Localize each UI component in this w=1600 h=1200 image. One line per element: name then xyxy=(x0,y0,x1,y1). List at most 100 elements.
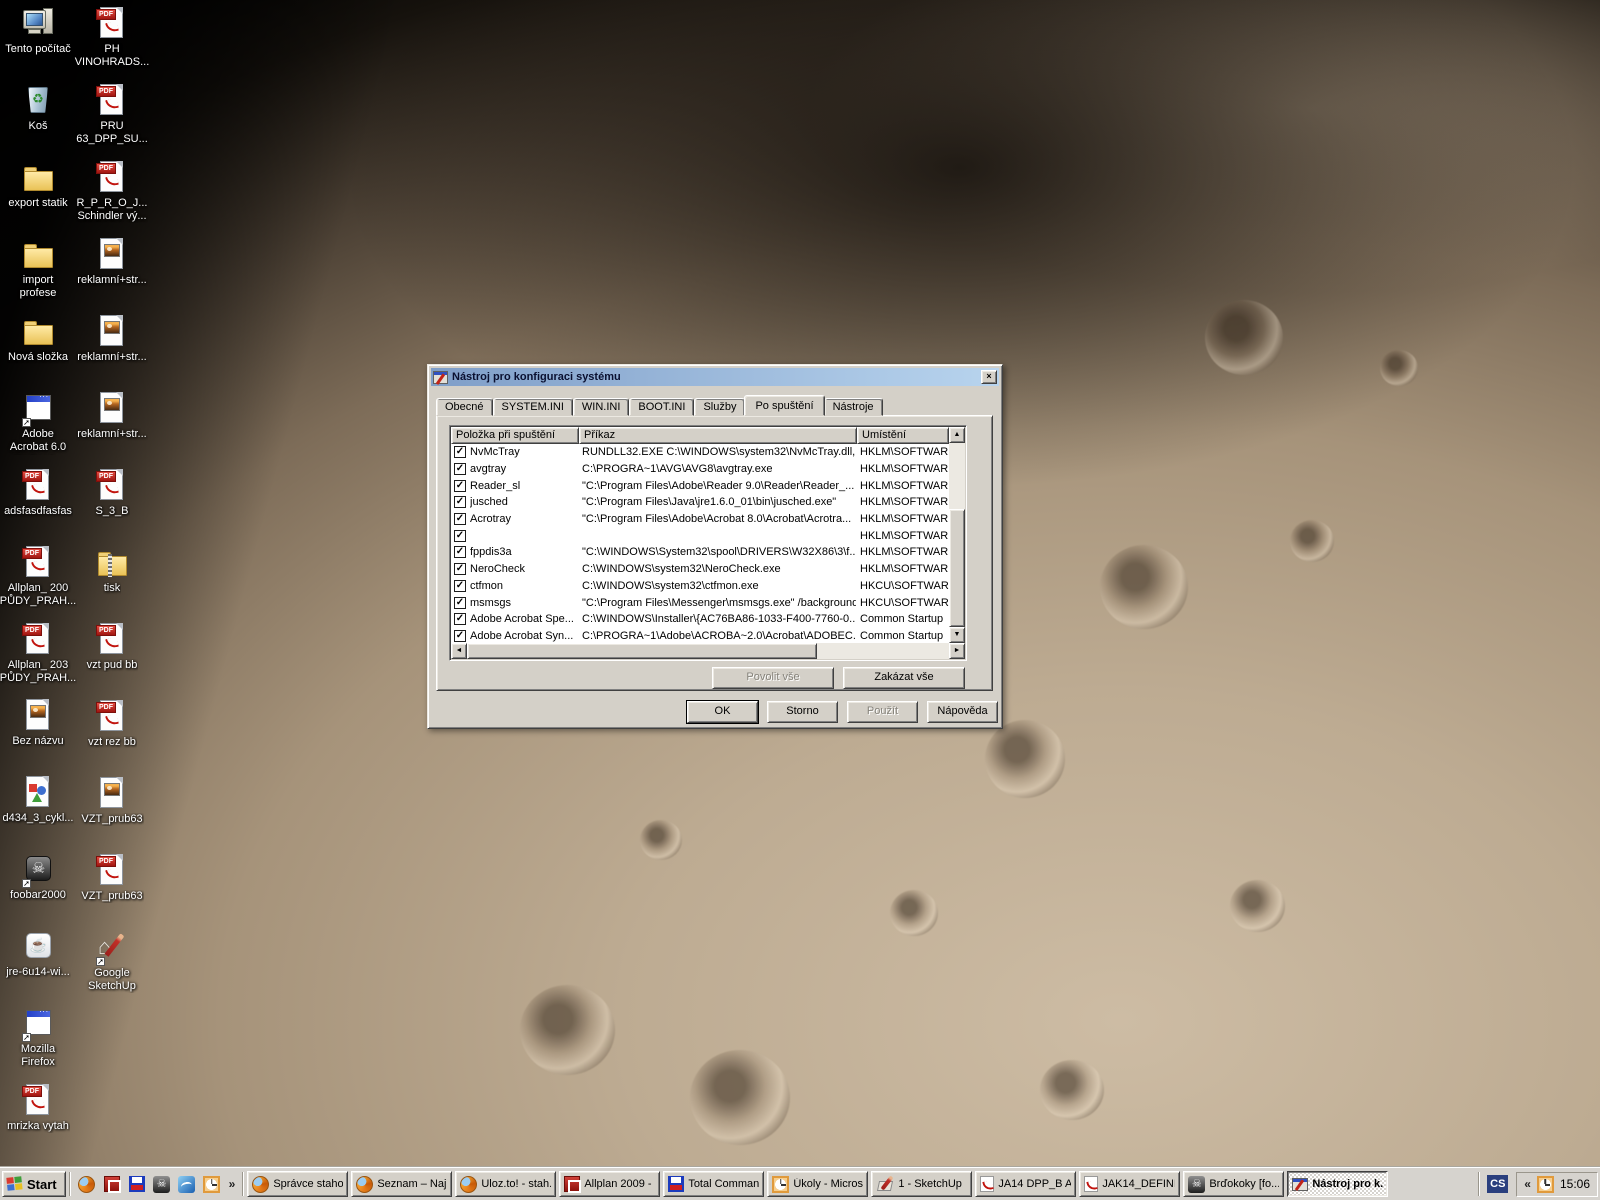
dialog-titlebar[interactable]: Nástroj pro konfiguraci systému × xyxy=(431,368,999,386)
desktop-icon[interactable]: d434_3_cykl... xyxy=(2,775,74,852)
desktop-icon[interactable]: import profese xyxy=(2,237,74,314)
horizontal-scrollbar[interactable]: ◄ ► xyxy=(451,643,965,659)
taskbar-task[interactable]: JA14 DPP_B A... xyxy=(975,1171,1077,1197)
desktop-icon[interactable]: PDF VZT_prub63 xyxy=(76,853,148,930)
header-startup-item[interactable]: Položka při spuštění xyxy=(451,427,579,444)
row-checkbox[interactable]: ✓ xyxy=(454,496,466,509)
taskbar-task[interactable]: Total Comman... xyxy=(663,1171,765,1197)
desktop-icon[interactable]: PDF Allplan_ 200 PŮDY_PRAH... xyxy=(0,545,76,622)
row-checkbox[interactable]: ✓ xyxy=(454,513,466,526)
taskbar-task[interactable]: Uloz.to! - stah... xyxy=(455,1171,557,1197)
startup-row[interactable]: ✓ fppdis3a "C:\WINDOWS\System32\spool\DRIV… xyxy=(451,544,949,561)
row-checkbox[interactable]: ✓ xyxy=(454,613,466,626)
desktop-icon[interactable]: PDF PH VINOHRADS... xyxy=(75,6,149,83)
vertical-scrollbar[interactable]: ▲ ▼ xyxy=(949,427,965,643)
scroll-down-icon[interactable]: ▼ xyxy=(949,627,965,643)
taskbar-task[interactable]: Allplan 2009 - ... xyxy=(559,1171,661,1197)
desktop-icon[interactable]: ☕ jre-6u14-wi... xyxy=(2,929,74,1006)
desktop-icon[interactable]: PDF S_3_B xyxy=(76,468,148,545)
desktop-icon[interactable]: VZT_prub63 xyxy=(76,776,148,853)
tray-clock-icon[interactable] xyxy=(1536,1175,1554,1193)
disable-all-button[interactable]: Zakázat vše xyxy=(843,667,965,689)
desktop-icon[interactable]: Bez názvu xyxy=(2,698,74,775)
tab-system-ini[interactable]: SYSTEM.INI xyxy=(492,398,573,416)
desktop-icon[interactable]: PDF Allplan_ 203 PŮDY_PRAH... xyxy=(0,622,76,699)
desktop-icon[interactable]: ⌂ ➚ Google SketchUp xyxy=(76,930,148,1007)
taskbar-task[interactable]: Nástroj pro k... xyxy=(1287,1171,1389,1197)
desktop-icon[interactable]: PDF vzt pud bb xyxy=(76,622,148,699)
close-icon[interactable]: × xyxy=(981,370,997,384)
desktop-icon[interactable]: PDF mrizka vytah xyxy=(2,1083,74,1160)
desktop-icon[interactable]: reklamní+str... xyxy=(76,237,148,314)
vertical-scrollbar-thumb[interactable] xyxy=(949,509,965,627)
scroll-right-icon[interactable]: ► xyxy=(949,643,965,659)
header-command[interactable]: Příkaz xyxy=(579,427,857,444)
desktop-icon[interactable]: PDF vzt rez bb xyxy=(76,699,148,776)
row-checkbox[interactable]: ✓ xyxy=(454,479,466,492)
horizontal-scrollbar-thumb[interactable] xyxy=(467,643,817,659)
startup-row[interactable]: ✓ Adobe Acrobat Syn... C:\PROGRA~1\Adobe\A… xyxy=(451,628,949,643)
desktop-icon[interactable]: Tento počítač xyxy=(2,6,74,83)
startup-row[interactable]: ✓ msmsgs "C:\Program Files\Messenger\msmsg… xyxy=(451,594,949,611)
quicklaunch-foobar[interactable]: ☠ xyxy=(151,1172,173,1196)
row-checkbox[interactable]: ✓ xyxy=(454,596,466,609)
quicklaunch-total-commander[interactable] xyxy=(126,1172,148,1196)
tray-collapse-icon[interactable]: « xyxy=(1524,1177,1531,1191)
row-checkbox[interactable]: ✓ xyxy=(454,546,466,559)
scroll-up-icon[interactable]: ▲ xyxy=(949,427,965,443)
ok-button[interactable]: OK xyxy=(687,701,758,723)
quicklaunch-allplan[interactable] xyxy=(101,1172,123,1196)
quicklaunch-messenger[interactable] xyxy=(176,1172,198,1196)
row-checkbox[interactable]: ✓ xyxy=(454,463,466,476)
help-button[interactable]: Nápověda xyxy=(927,701,998,723)
taskbar-task[interactable]: JAK14_DEFINI... xyxy=(1079,1171,1181,1197)
desktop-icon[interactable]: reklamní+str... xyxy=(76,391,148,468)
desktop-icon[interactable]: PDF PRU 63_DPP_SU... xyxy=(76,83,148,160)
quicklaunch-clock[interactable] xyxy=(201,1172,223,1196)
desktop-icon[interactable]: Nová složka xyxy=(2,314,74,391)
desktop-icon[interactable]: ➚Mozilla Firefox xyxy=(2,1005,74,1083)
desktop-icon[interactable]: ➚Adobe Acrobat 6.0 Professi... xyxy=(2,390,74,468)
desktop-icon[interactable]: ♻ Koš xyxy=(2,83,74,160)
tab-n-stroje[interactable]: Nástroje xyxy=(823,398,883,416)
taskbar-task[interactable]: 1 - SketchUp xyxy=(871,1171,973,1197)
row-checkbox[interactable]: ✓ xyxy=(454,563,466,576)
startup-row[interactable]: ✓ Acrotray "C:\Program Files\Adobe\Acrobat… xyxy=(451,511,949,528)
tab-boot-ini[interactable]: BOOT.INI xyxy=(629,398,695,416)
startup-row[interactable]: ✓ NeroCheck C:\WINDOWS\system32\NeroCheck.… xyxy=(451,561,949,578)
desktop-icon[interactable]: tisk xyxy=(76,545,148,622)
start-button[interactable]: Start xyxy=(2,1171,66,1197)
desktop-icon[interactable]: export statik xyxy=(2,160,74,237)
scroll-left-icon[interactable]: ◄ xyxy=(451,643,467,659)
quicklaunch-overflow-icon[interactable]: » xyxy=(225,1177,240,1191)
startup-row[interactable]: ✓ jusched "C:\Program Files\Java\jre1.6.0_… xyxy=(451,494,949,511)
header-location[interactable]: Umístění xyxy=(857,427,949,444)
taskbar-task[interactable]: Seznam – Naj... xyxy=(351,1171,453,1197)
cancel-button[interactable]: Storno xyxy=(767,701,838,723)
enable-all-button[interactable]: Povolit vše xyxy=(712,667,834,689)
startup-row[interactable]: ✓ HKLM\SOFTWARE' xyxy=(451,527,949,544)
tab-obecn-[interactable]: Obecné xyxy=(436,398,493,416)
quicklaunch-firefox[interactable] xyxy=(76,1172,98,1196)
desktop-icon[interactable]: PDF R_P_R_O_J... Schindler vý... xyxy=(76,160,148,237)
desktop-icon[interactable]: ☠ ➚ foobar2000 xyxy=(2,852,74,929)
desktop-icon[interactable]: PDF adsfasdfasfas xyxy=(2,468,74,545)
startup-row[interactable]: ✓ Reader_sl "C:\Program Files\Adobe\Reader… xyxy=(451,477,949,494)
taskbar-task[interactable]: Správce staho... xyxy=(247,1171,349,1197)
desktop-icon[interactable]: reklamní+str... xyxy=(76,314,148,391)
tab-po-spu-t-n-[interactable]: Po spuštění xyxy=(744,395,825,416)
tab-slu-by[interactable]: Služby xyxy=(694,398,746,416)
row-checkbox[interactable]: ✓ xyxy=(454,579,466,592)
apply-button[interactable]: Použít xyxy=(847,701,918,723)
row-checkbox[interactable]: ✓ xyxy=(454,629,466,642)
tab-win-ini[interactable]: WIN.INI xyxy=(572,398,630,416)
language-indicator[interactable]: CS xyxy=(1487,1175,1509,1193)
row-checkbox[interactable]: ✓ xyxy=(454,446,466,459)
startup-row[interactable]: ✓ ctfmon C:\WINDOWS\system32\ctfmon.exe HKC… xyxy=(451,578,949,595)
startup-row[interactable]: ✓ avgtray C:\PROGRA~1\AVG\AVG8\avgtray.exe… xyxy=(451,461,949,478)
taskbar-task[interactable]: ☠ Brďokoky [fo... xyxy=(1183,1171,1285,1197)
startup-row[interactable]: ✓ Adobe Acrobat Spe... C:\WINDOWS\Installe… xyxy=(451,611,949,628)
row-checkbox[interactable]: ✓ xyxy=(454,529,466,542)
taskbar-task[interactable]: Úkoly - Micros... xyxy=(767,1171,869,1197)
startup-row[interactable]: ✓ NvMcTray RUNDLL32.EXE C:\WINDOWS\system3… xyxy=(451,444,949,461)
